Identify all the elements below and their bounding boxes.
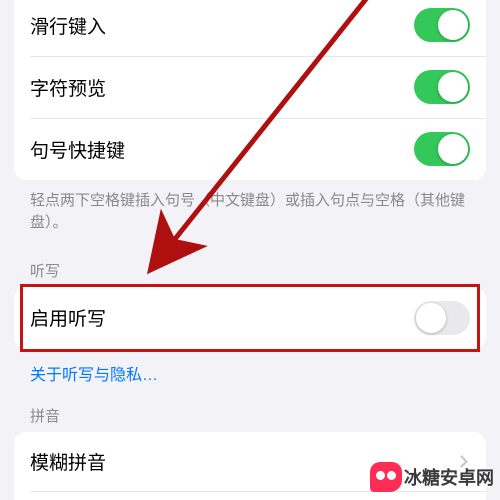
row-char-preview: 字符预览 <box>14 56 486 118</box>
watermark-text: 冰糖安卓网 <box>404 464 494 490</box>
row-enable-dictation: 启用听写 <box>14 287 486 349</box>
toggle-period-shortcut[interactable] <box>414 132 470 166</box>
dictation-group: 启用听写 <box>14 287 486 349</box>
row-label: 滑行键入 <box>30 12 106 39</box>
watermark: 冰糖安卓网 <box>370 462 494 492</box>
row-label: 句号快捷键 <box>30 136 125 163</box>
row-slide-typing: 滑行键入 <box>14 0 486 56</box>
section-header-pinyin: 拼音 <box>0 395 500 432</box>
toggle-enable-dictation[interactable] <box>414 301 470 335</box>
row-label: 模糊拼音 <box>30 448 106 475</box>
section-header-dictation: 听写 <box>0 250 500 287</box>
row-period-shortcut: 句号快捷键 <box>14 118 486 180</box>
row-label: 启用听写 <box>30 304 106 331</box>
link-about-dictation-privacy[interactable]: 关于听写与隐私… <box>0 349 500 395</box>
toggle-slide-typing[interactable] <box>414 8 470 42</box>
keyboard-options-group: 滑行键入 字符预览 句号快捷键 <box>14 0 486 180</box>
toggle-char-preview[interactable] <box>414 70 470 104</box>
keyboard-footnote: 轻点两下空格键插入句号（中文键盘）或插入句点与空格（其他键盘）。 <box>0 180 500 250</box>
watermark-logo-icon <box>370 462 402 492</box>
row-label: 字符预览 <box>30 74 106 101</box>
